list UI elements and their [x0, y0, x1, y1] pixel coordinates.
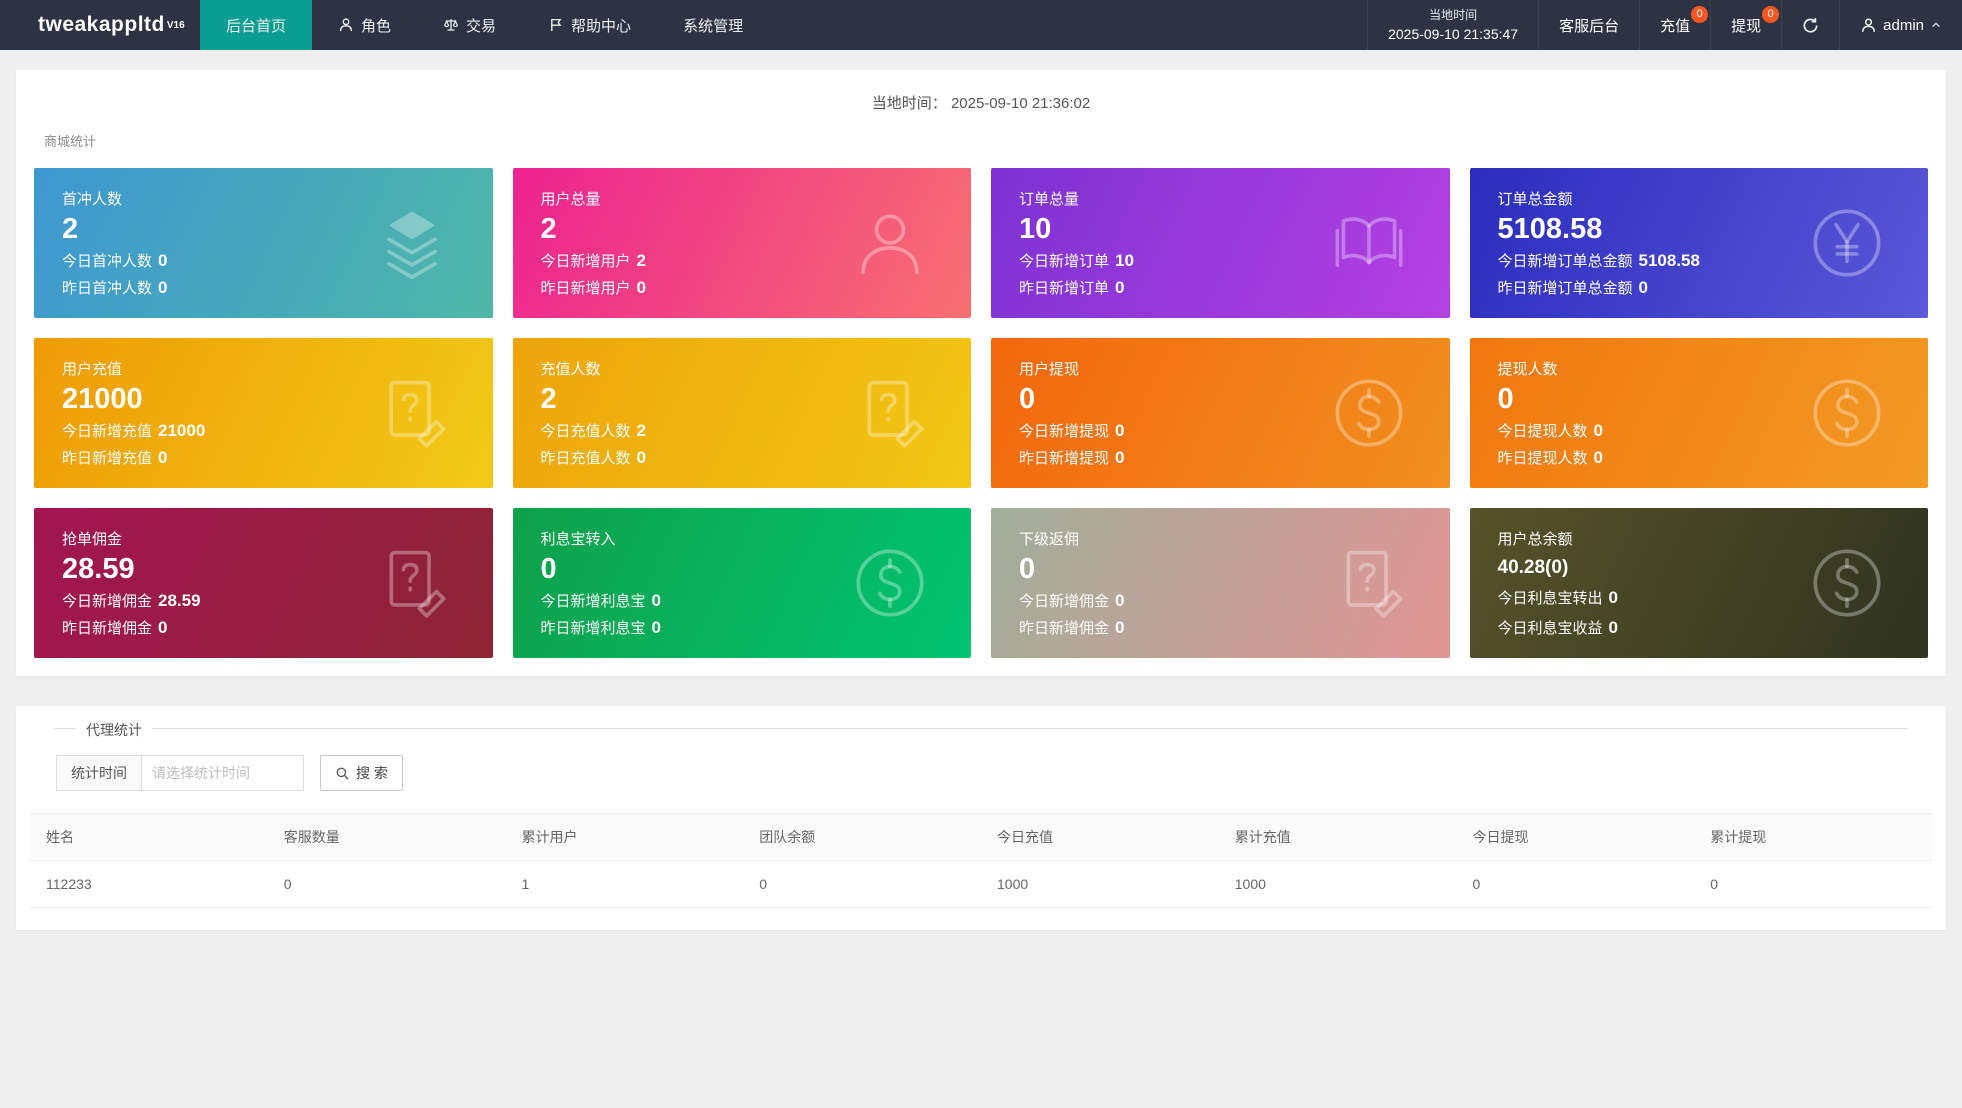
main-menu: 后台首页 角色 交易 帮助中心 系统管理 [200, 0, 769, 50]
stat-card-total-users: 用户总量 2 今日新增用户 2 昨日新增用户 0 [512, 168, 971, 318]
stat-card-total-balance: 用户总余额 40.28(0) 今日利息宝转出 0 今日利息宝收益 0 [1469, 508, 1928, 658]
col-header-total-withdraw: 累计提现 [1694, 813, 1932, 861]
document-edit-icon [373, 374, 451, 452]
withdraw-label: 提现 [1731, 17, 1762, 35]
cell-today-recharge: 1000 [981, 860, 1219, 908]
book-icon [1330, 204, 1408, 282]
page-local-time: 当地时间： 2025-09-10 21:36:02 [34, 84, 1928, 127]
cell-service-count: 0 [267, 860, 506, 908]
withdraw-badge: 0 [1762, 6, 1780, 23]
table-row: 112233 0 1 0 1000 1000 0 0 [30, 860, 1932, 908]
nav-item-label: 角色 [361, 17, 392, 35]
cell-name: 112233 [30, 860, 268, 908]
layers-icon [373, 204, 451, 282]
stat-time-input[interactable] [142, 755, 304, 791]
stat-card-first-charge-users: 首冲人数 2 今日首冲人数 0 昨日首冲人数 0 [34, 168, 493, 318]
search-button-label: 搜 索 [356, 765, 388, 781]
user-icon [851, 204, 929, 282]
nav-item-label: 帮助中心 [571, 17, 632, 35]
dollar-circle-icon [851, 544, 929, 622]
col-header-total-users: 累计用户 [505, 813, 744, 861]
cell-total-users: 1 [505, 860, 744, 908]
nav-item-roles[interactable]: 角色 [312, 0, 417, 50]
col-header-service-count: 客服数量 [267, 813, 506, 861]
local-time-label: 当地时间 [1429, 7, 1478, 22]
mall-stats-title: 商城统计 [44, 134, 97, 149]
search-icon [335, 766, 350, 781]
customer-service-label: 客服后台 [1559, 17, 1620, 35]
app-version-label: V16 [166, 19, 185, 31]
cell-team-balance: 0 [743, 860, 981, 908]
nav-item-trade[interactable]: 交易 [417, 0, 522, 50]
agent-stats-title: 代理统计 [76, 720, 152, 740]
stat-card-sub-rebate: 下级返佣 0 今日新增佣金 0 昨日新增佣金 0 [991, 508, 1450, 658]
col-header-team-balance: 团队余额 [743, 813, 981, 861]
stat-card-order-commission: 抢单佣金 28.59 今日新增佣金 28.59 昨日新增佣金 0 [34, 508, 493, 658]
nav-item-dashboard[interactable]: 后台首页 [200, 0, 313, 50]
col-header-total-recharge: 累计充值 [1218, 813, 1457, 861]
document-edit-icon [1330, 544, 1408, 622]
cell-today-withdraw: 0 [1456, 860, 1695, 908]
page-local-time-label: 当地时间： [871, 95, 947, 112]
nav-item-label: 系统管理 [683, 17, 744, 35]
page-local-time-value: 2025-09-10 21:36:02 [950, 95, 1091, 112]
table-header-row: 姓名 客服数量 累计用户 团队余额 今日充值 累计充值 今日提现 累计提现 [30, 813, 1932, 861]
stat-card-withdraw-users: 提现人数 0 今日提现人数 0 昨日提现人数 0 [1469, 338, 1928, 488]
mall-stats-panel: 当地时间： 2025-09-10 21:36:02 商城统计 首冲人数 2 今日… [16, 70, 1946, 676]
col-header-today-recharge: 今日充值 [981, 813, 1219, 861]
cell-total-withdraw: 0 [1694, 860, 1932, 908]
app-logo: tweakappltd V16 [0, 0, 200, 50]
cell-total-recharge: 1000 [1218, 860, 1457, 908]
admin-dropdown[interactable]: admin [1839, 0, 1962, 50]
agent-stats-fieldset: 代理统计 统计时间 搜 索 [54, 720, 1908, 791]
yen-circle-icon [1808, 204, 1886, 282]
local-time-value: 2025-09-10 21:35:47 [1388, 25, 1519, 42]
nav-item-label: 后台首页 [226, 17, 287, 35]
dollar-circle-icon [1808, 374, 1886, 452]
stat-card-user-recharge: 用户充值 21000 今日新增充值 21000 昨日新增充值 0 [34, 338, 493, 488]
flag-icon [548, 17, 564, 33]
stat-card-total-orders: 订单总量 10 今日新增订单 10 昨日新增订单 0 [991, 168, 1450, 318]
stat-card-recharge-users: 充值人数 2 今日充值人数 2 昨日充值人数 0 [512, 338, 971, 488]
customer-service-button[interactable]: 客服后台 [1538, 0, 1639, 50]
dollar-circle-icon [1808, 544, 1886, 622]
nav-item-label: 交易 [466, 17, 497, 35]
col-header-today-withdraw: 今日提现 [1456, 813, 1695, 861]
dollar-circle-icon [1330, 374, 1408, 452]
scales-icon [443, 17, 459, 33]
stat-card-interest-in: 利息宝转入 0 今日新增利息宝 0 昨日新增利息宝 0 [512, 508, 971, 658]
user-icon [1860, 17, 1877, 34]
recharge-button[interactable]: 充值 0 [1639, 0, 1710, 50]
refresh-button[interactable] [1781, 0, 1839, 50]
stat-card-order-amount: 订单总金额 5108.58 今日新增订单总金额 5108.58 昨日新增订单总金额… [1469, 168, 1928, 318]
top-navbar: tweakappltd V16 后台首页 角色 交易 帮助中心 系统管理 当地时… [0, 0, 1962, 50]
app-logo-text: tweakappltd [38, 13, 165, 36]
agent-filter-form: 统计时间 搜 索 [56, 755, 1908, 791]
recharge-label: 充值 [1660, 17, 1691, 35]
stat-card-user-withdraw: 用户提现 0 今日新增提现 0 昨日新增提现 0 [991, 338, 1450, 488]
chevron-up-icon [1930, 19, 1942, 31]
stat-time-label: 统计时间 [56, 755, 142, 791]
search-button[interactable]: 搜 索 [320, 755, 403, 791]
nav-item-help-center[interactable]: 帮助中心 [522, 0, 657, 50]
agent-stats-panel: 代理统计 统计时间 搜 索 姓名 客服数量 累计用户 团队余额 今日充值 累计充… [16, 706, 1946, 930]
agent-stats-table: 姓名 客服数量 累计用户 团队余额 今日充值 累计充值 今日提现 累计提现 11… [30, 813, 1932, 908]
navbar-local-time: 当地时间 2025-09-10 21:35:47 [1367, 0, 1538, 50]
nav-item-system[interactable]: 系统管理 [657, 0, 769, 50]
withdraw-button[interactable]: 提现 0 [1710, 0, 1781, 50]
navbar-right: 当地时间 2025-09-10 21:35:47 客服后台 充值 0 提现 0 … [1367, 0, 1962, 50]
admin-username: admin [1883, 16, 1924, 34]
stat-cards-grid: 首冲人数 2 今日首冲人数 0 昨日首冲人数 0 用户总量 2 今日新增用户 2 昨日… [34, 168, 1928, 658]
document-edit-icon [851, 374, 929, 452]
recharge-badge: 0 [1691, 6, 1709, 23]
document-edit-icon [373, 544, 451, 622]
col-header-name: 姓名 [30, 813, 268, 861]
person-icon [338, 17, 354, 33]
refresh-icon [1802, 17, 1819, 34]
